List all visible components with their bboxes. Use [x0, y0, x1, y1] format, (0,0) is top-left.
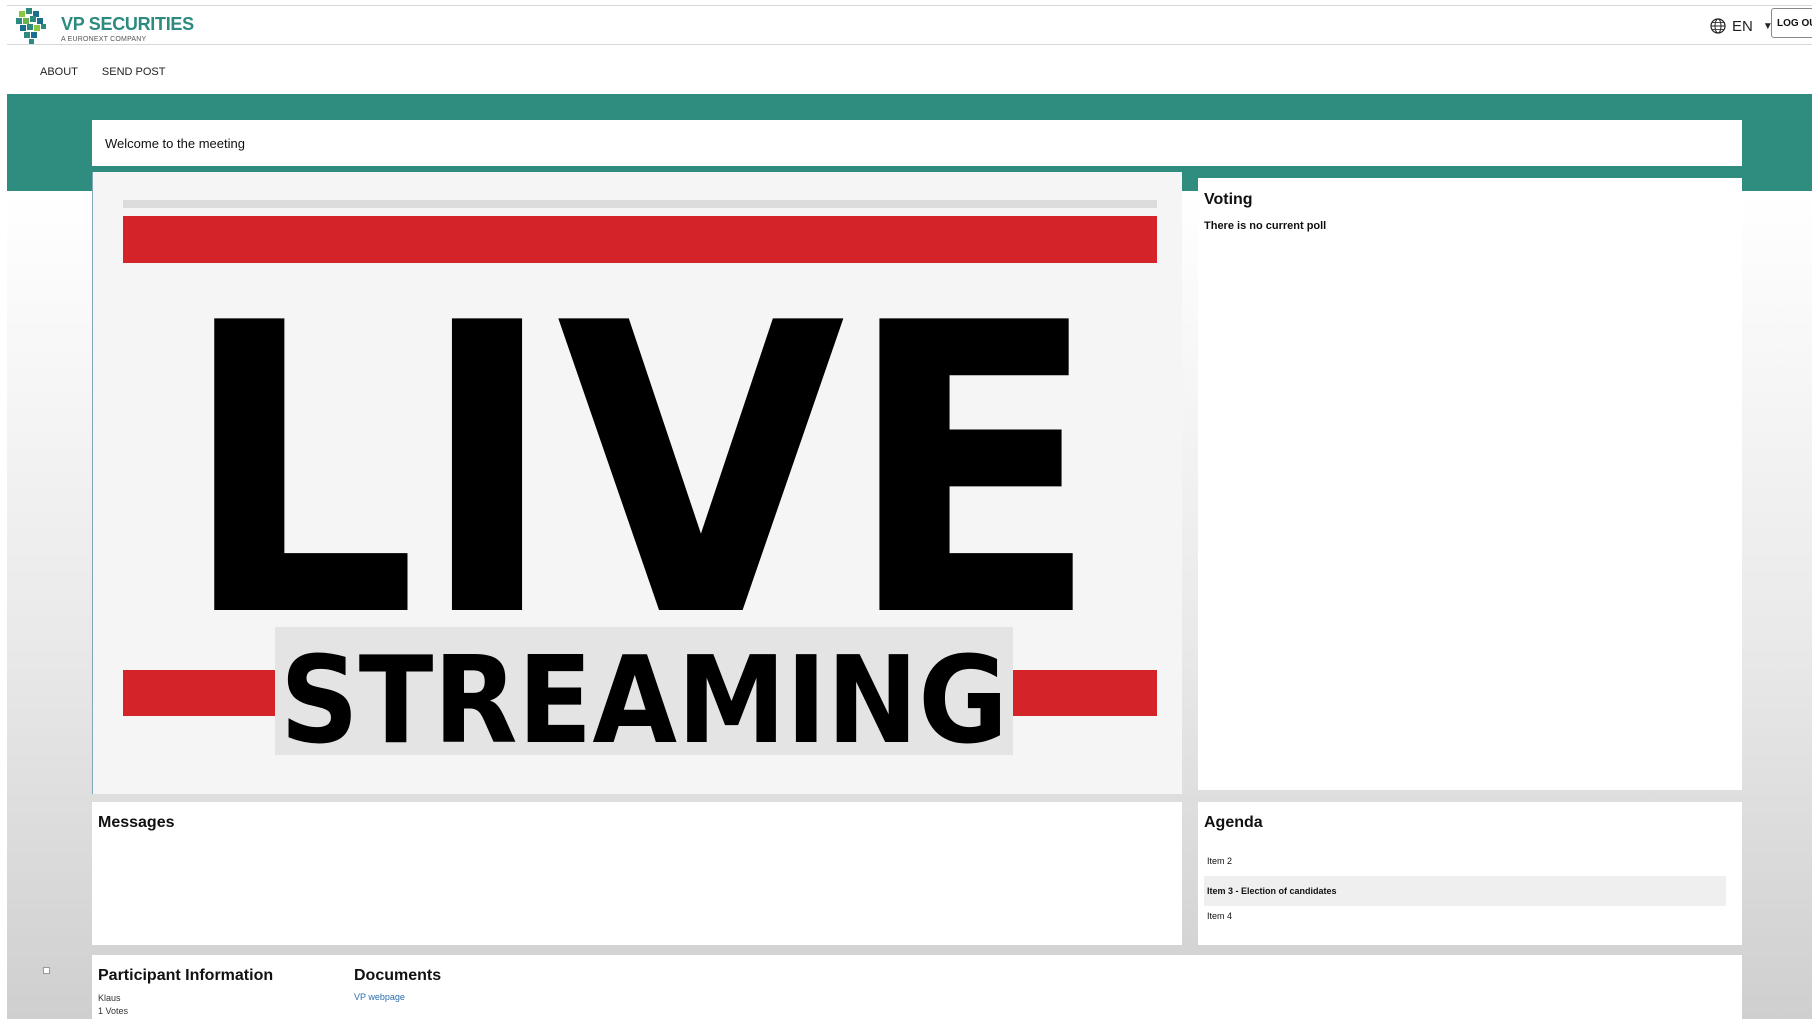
main-nav: ABOUT SEND POST — [40, 66, 165, 78]
nav-item-about[interactable]: ABOUT — [40, 66, 78, 78]
top-bar: VP SECURITIES A EURONEXT COMPANY EN ▼ LO… — [7, 5, 1812, 45]
voting-panel: Voting There is no current poll — [1198, 178, 1742, 790]
participant-name: Klaus — [98, 993, 121, 1003]
streaming-text: STREAMING — [280, 632, 1008, 771]
info-panel: Participant Information Klaus 1 Votes Do… — [92, 955, 1742, 1019]
participant-info: Participant Information Klaus 1 Votes — [98, 967, 273, 1018]
messages-panel: Messages — [92, 802, 1182, 945]
agenda-panel: Agenda Item 2 Item 3 - Election of candi… — [1198, 802, 1742, 945]
language-label: EN — [1732, 17, 1753, 35]
welcome-text: Welcome to the meeting — [105, 136, 245, 151]
language-selector[interactable]: EN ▼ — [1710, 14, 1773, 38]
participant-votes: 1 Votes — [98, 1006, 129, 1016]
logout-button[interactable]: LOG OUT — [1771, 8, 1812, 38]
welcome-banner: Welcome to the meeting — [92, 120, 1742, 166]
vp-securities-logo[interactable]: VP SECURITIES A EURONEXT COMPANY — [13, 7, 213, 47]
live-stream-player[interactable]: LIVE STREAMING — [92, 172, 1182, 794]
participant-title: Participant Information — [98, 967, 274, 984]
messages-title: Messages — [98, 814, 175, 831]
side-checkbox[interactable] — [43, 967, 50, 974]
documents-section: Documents VP webpage — [354, 967, 441, 1002]
documents-title: Documents — [354, 967, 442, 984]
globe-icon — [1710, 18, 1726, 34]
voting-status: There is no current poll — [1204, 220, 1327, 232]
brand-name: VP SECURITIES — [61, 14, 194, 34]
agenda-item[interactable]: Item 2 — [1204, 851, 1726, 879]
agenda-item-active[interactable]: Item 3 - Election of candidates — [1204, 876, 1726, 906]
brand-tagline: A EURONEXT COMPANY — [61, 36, 147, 43]
voting-title: Voting — [1204, 191, 1253, 208]
document-link-vp-webpage[interactable]: VP webpage — [354, 992, 441, 1002]
nav-item-send-post[interactable]: SEND POST — [102, 66, 166, 78]
agenda-list: Item 2 Item 3 - Election of candidates I… — [1204, 851, 1736, 934]
agenda-item[interactable]: Item 4 — [1204, 906, 1726, 934]
logo-mark-icon — [16, 8, 46, 44]
live-streaming-image: LIVE STREAMING — [93, 172, 1182, 794]
agenda-title: Agenda — [1204, 814, 1263, 831]
